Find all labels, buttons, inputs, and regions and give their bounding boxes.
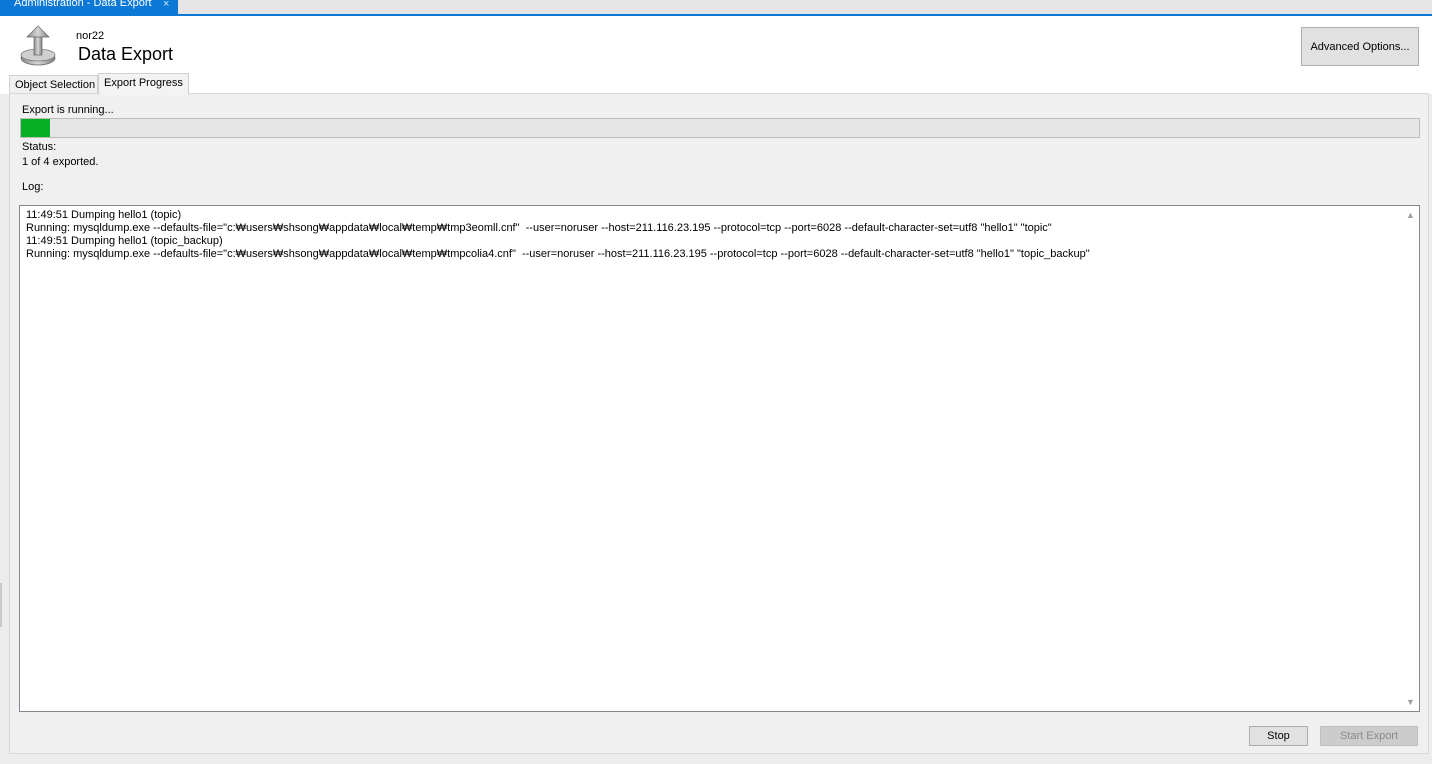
tab-object-selection[interactable]: Object Selection	[9, 75, 98, 95]
scroll-down-icon[interactable]: ▼	[1402, 695, 1419, 709]
progress-bar	[20, 118, 1420, 138]
export-progress-panel: Export is running... Status: 1 of 4 expo…	[9, 93, 1429, 754]
splitter-handle[interactable]	[0, 583, 2, 627]
inner-tab-bar: Object Selection Export Progress	[0, 72, 1432, 95]
progress-bar-fill	[21, 119, 51, 137]
log-label: Log:	[22, 181, 44, 193]
advanced-options-button[interactable]: Advanced Options...	[1301, 27, 1419, 66]
log-line: 11:49:51 Dumping hello1 (topic)	[26, 209, 182, 221]
status-label: Status:	[22, 141, 57, 153]
document-tabstrip: Administration - Data Export ×	[0, 0, 1432, 16]
scroll-up-icon[interactable]: ▲	[1402, 208, 1419, 222]
log-textarea[interactable]: 11:49:51 Dumping hello1 (topic) Running: …	[19, 205, 1420, 712]
log-line: Running: mysqldump.exe --defaults-file="…	[26, 248, 1090, 260]
export-arrow-icon	[20, 25, 56, 66]
log-scrollbar[interactable]: ▲ ▼	[1402, 206, 1419, 711]
log-lines: 11:49:51 Dumping hello1 (topic) Running: …	[26, 209, 1399, 261]
document-tab-title: Administration - Data Export	[14, 0, 152, 9]
close-icon[interactable]: ×	[163, 0, 169, 10]
status-value: 1 of 4 exported.	[22, 156, 99, 168]
page-header: nor22 Data Export Advanced Options...	[0, 16, 1432, 72]
log-line: Running: mysqldump.exe --defaults-file="…	[26, 222, 1052, 234]
log-line: 11:49:51 Dumping hello1 (topic_backup)	[26, 235, 223, 247]
page-title: Data Export	[78, 44, 174, 64]
tab-export-progress[interactable]: Export Progress	[98, 73, 189, 95]
running-label: Export is running...	[22, 104, 114, 116]
document-tab-data-export[interactable]: Administration - Data Export ×	[0, 0, 178, 14]
stop-button[interactable]: Stop	[1249, 726, 1308, 746]
server-name: nor22	[76, 30, 105, 42]
start-export-button[interactable]: Start Export	[1320, 726, 1418, 746]
